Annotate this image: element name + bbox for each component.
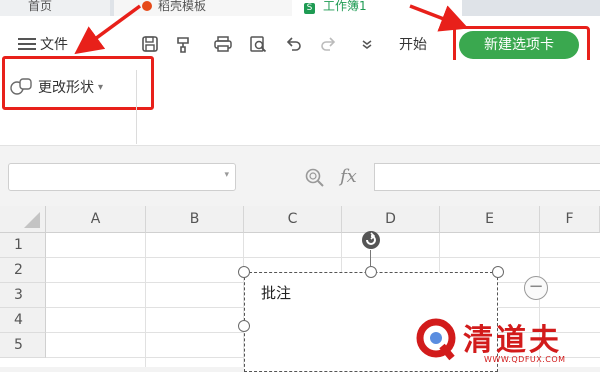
arrow-to-change-shape — [74, 4, 142, 55]
column-header-f[interactable]: F — [540, 206, 600, 233]
row-header-2[interactable]: 2 — [0, 258, 46, 283]
row-header-3[interactable]: 3 — [0, 283, 46, 308]
watermark-url: WWW.QDFUX.COM — [484, 355, 566, 364]
grid-line — [145, 233, 146, 367]
rotate-handle-icon[interactable] — [360, 229, 382, 251]
zoom-out-icon[interactable]: − — [524, 276, 548, 300]
column-header-e[interactable]: E — [440, 206, 540, 233]
resize-handle[interactable] — [492, 266, 504, 278]
column-header-d[interactable]: D — [342, 206, 440, 233]
select-all-triangle — [24, 212, 40, 228]
fx-icon[interactable]: fx — [340, 166, 357, 187]
column-header-c[interactable]: C — [244, 206, 342, 233]
row-header-4[interactable]: 4 — [0, 308, 46, 333]
resize-handle[interactable] — [238, 320, 250, 332]
row-header-5[interactable]: 5 — [0, 333, 46, 358]
watermark-logo — [416, 318, 456, 361]
annotation-arrows — [74, 4, 469, 55]
resize-handle[interactable] — [365, 266, 377, 278]
rotate-stem — [370, 250, 371, 266]
name-box[interactable]: ▾ — [8, 163, 236, 191]
row-header-1[interactable]: 1 — [0, 233, 46, 258]
watermark-text: 清道夫 — [463, 323, 562, 358]
chevron-down-icon: ▾ — [224, 170, 229, 180]
formula-input[interactable] — [374, 163, 600, 191]
column-header-b[interactable]: B — [146, 206, 244, 233]
comment-text[interactable]: 批注 — [261, 282, 291, 303]
zoom-icon[interactable] — [304, 167, 326, 189]
arrow-to-new-tab — [409, 4, 469, 32]
resize-handle[interactable] — [238, 266, 250, 278]
column-header-a[interactable]: A — [46, 206, 146, 233]
grid-line — [46, 257, 600, 258]
